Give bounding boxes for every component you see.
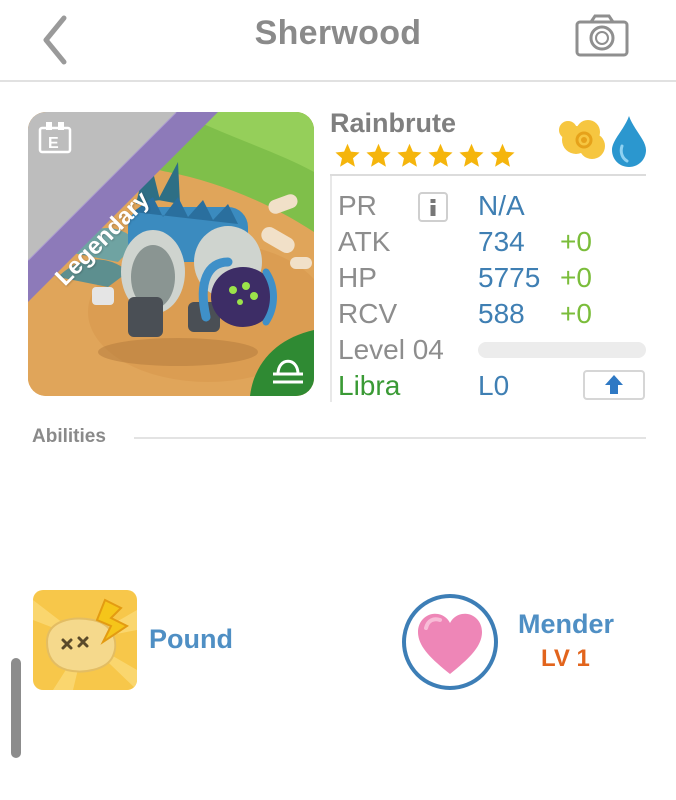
card-type-glyph: E: [48, 135, 59, 152]
arrow-up-icon: [605, 375, 623, 394]
abilities-divider: [134, 437, 646, 439]
hp-bonus: +0: [560, 262, 592, 293]
name-divider: [330, 174, 646, 176]
abilities-heading: Abilities: [32, 426, 106, 447]
water-element-icon: [612, 116, 646, 167]
upgrade-button[interactable]: [583, 370, 645, 400]
atk-value: 734: [478, 226, 525, 257]
pound-ability-name: Pound: [149, 624, 233, 654]
mender-ability-level: LV 1: [541, 645, 590, 672]
monster-card[interactable]: E Legendary: [28, 112, 314, 396]
star-icon: [366, 143, 391, 167]
pr-label: PR: [338, 190, 377, 221]
atk-label: ATK: [338, 226, 391, 257]
camera-icon: [575, 14, 629, 57]
star-icon: [428, 143, 453, 167]
rcv-value: 588: [478, 298, 525, 329]
level-label: Level 04: [338, 334, 444, 365]
star-rating: [334, 142, 516, 172]
star-icon: [335, 143, 360, 167]
rcv-label: RCV: [338, 298, 398, 329]
zodiac-sign-label: Libra: [338, 370, 401, 401]
atk-bonus: +0: [560, 226, 592, 257]
stats-side-rule: [330, 176, 332, 402]
star-icon: [459, 143, 484, 167]
mender-ability-icon[interactable]: [400, 592, 500, 692]
info-icon[interactable]: [418, 192, 448, 222]
rcv-bonus: +0: [560, 298, 592, 329]
camera-button[interactable]: [574, 14, 630, 58]
mender-ability-name: Mender: [518, 609, 615, 639]
level-progress-bar: [478, 342, 646, 358]
hp-value: 5775: [478, 262, 541, 293]
star-icon: [397, 143, 422, 167]
scrollbar[interactable]: [11, 658, 21, 758]
monster-name: Rainbrute: [330, 108, 457, 138]
zodiac-level-value: L0: [478, 370, 510, 401]
element-icons: [554, 112, 650, 168]
star-icon: [490, 143, 515, 167]
pound-ability-icon[interactable]: [33, 590, 137, 690]
hp-label: HP: [338, 262, 377, 293]
nature-element-icon: [559, 120, 605, 159]
pr-value: N/A: [478, 190, 525, 221]
